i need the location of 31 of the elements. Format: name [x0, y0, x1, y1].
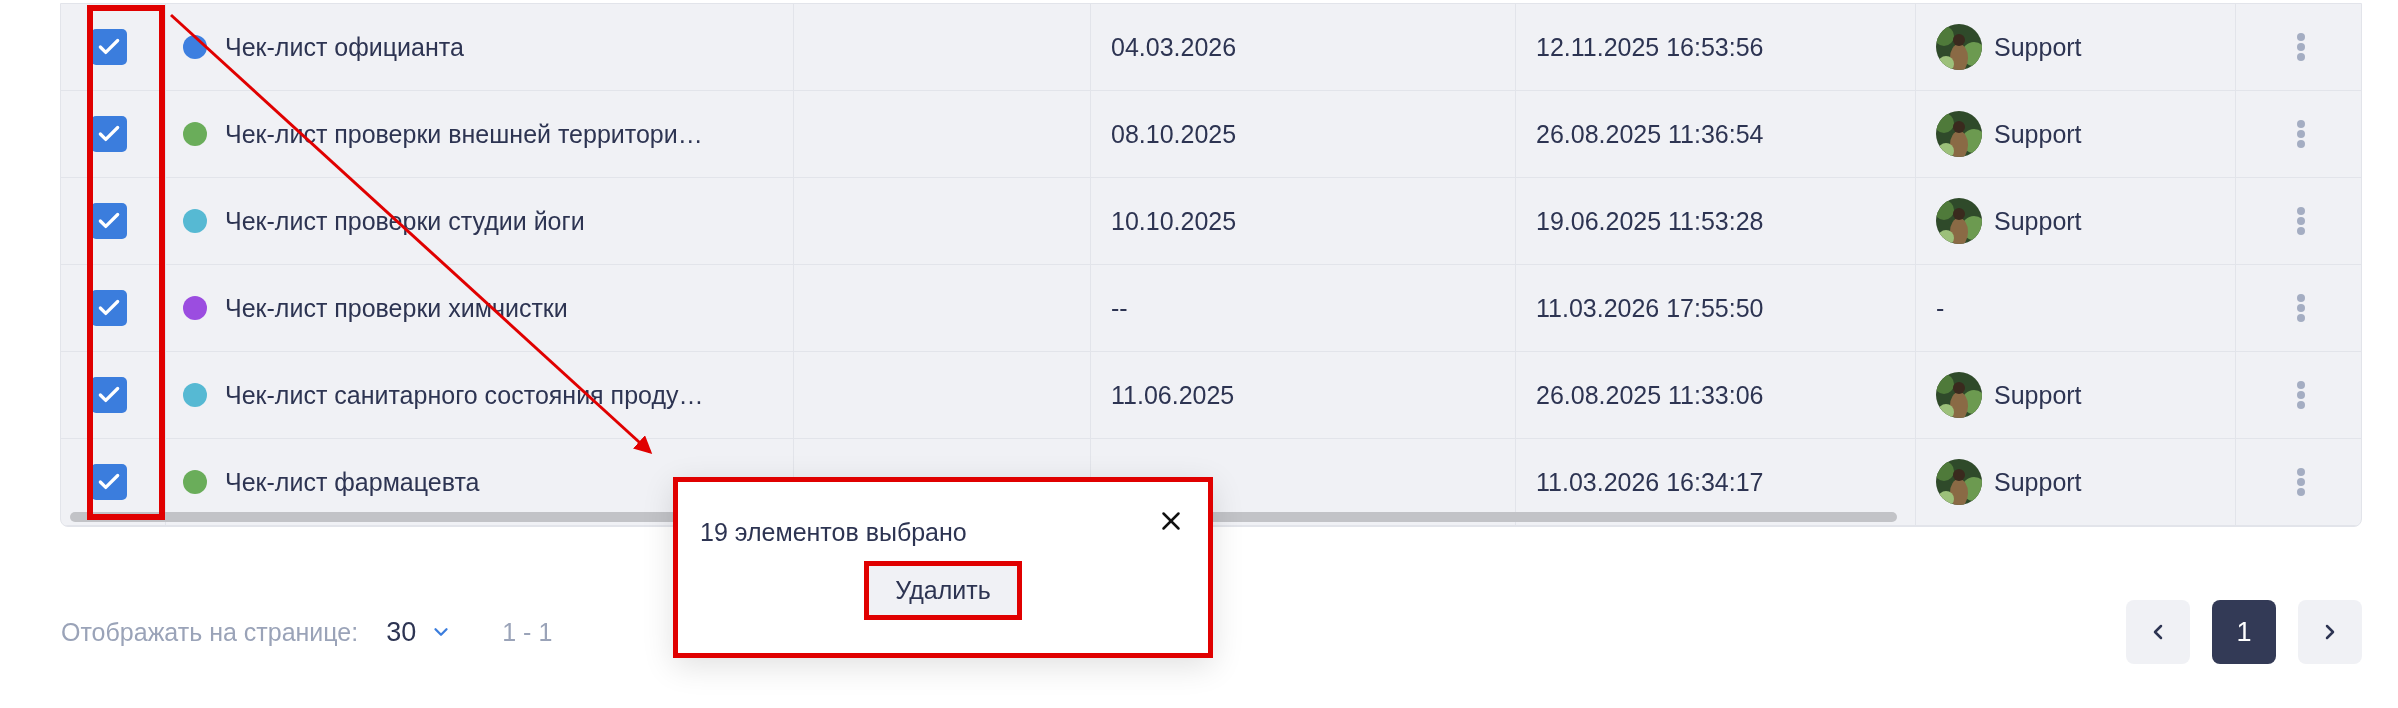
- checkbox[interactable]: [91, 29, 127, 65]
- author-name: -: [1936, 293, 1945, 323]
- checkbox[interactable]: [91, 203, 127, 239]
- table-cell: 11.03.2026 16:34:17: [1536, 467, 1764, 497]
- author-name: Support: [1994, 380, 2082, 410]
- per-page-select[interactable]: 30: [386, 616, 453, 648]
- table-cell: 19.06.2025 11:53:28: [1536, 206, 1764, 236]
- checkbox[interactable]: [91, 377, 127, 413]
- table-cell: 26.08.2025 11:33:06: [1536, 380, 1764, 410]
- author-name: Support: [1994, 206, 2082, 236]
- selection-message: 19 элементов выбрано: [700, 518, 967, 547]
- checkbox[interactable]: [91, 290, 127, 326]
- checkbox[interactable]: [91, 464, 127, 500]
- checklist-name[interactable]: Чек-лист фармацевта: [225, 467, 480, 497]
- checkbox[interactable]: [91, 116, 127, 152]
- author-name: Support: [1994, 467, 2082, 497]
- table-cell: 08.10.2025: [1111, 119, 1237, 149]
- author-name: Support: [1994, 32, 2082, 62]
- table-cell: 10.10.2025: [1111, 206, 1237, 236]
- checklist-name[interactable]: Чек-лист официанта: [225, 32, 464, 62]
- table-cell: 11.06.2025: [1111, 380, 1235, 410]
- table-cell: 26.08.2025 11:36:54: [1536, 119, 1764, 149]
- author-name: Support: [1994, 119, 2082, 149]
- table-cell: --: [1111, 293, 1128, 323]
- table-cell: 04.03.2026: [1111, 32, 1237, 62]
- range-label: 1 - 1: [502, 617, 553, 647]
- per-page-label: Отображать на странице:: [61, 617, 359, 647]
- table-cell: 11.03.2026 17:55:50: [1536, 293, 1764, 323]
- delete-button[interactable]: Удалить: [864, 561, 1022, 620]
- page-button[interactable]: 1: [2212, 600, 2276, 664]
- table-cell: 12.11.2025 16:53:56: [1536, 32, 1764, 62]
